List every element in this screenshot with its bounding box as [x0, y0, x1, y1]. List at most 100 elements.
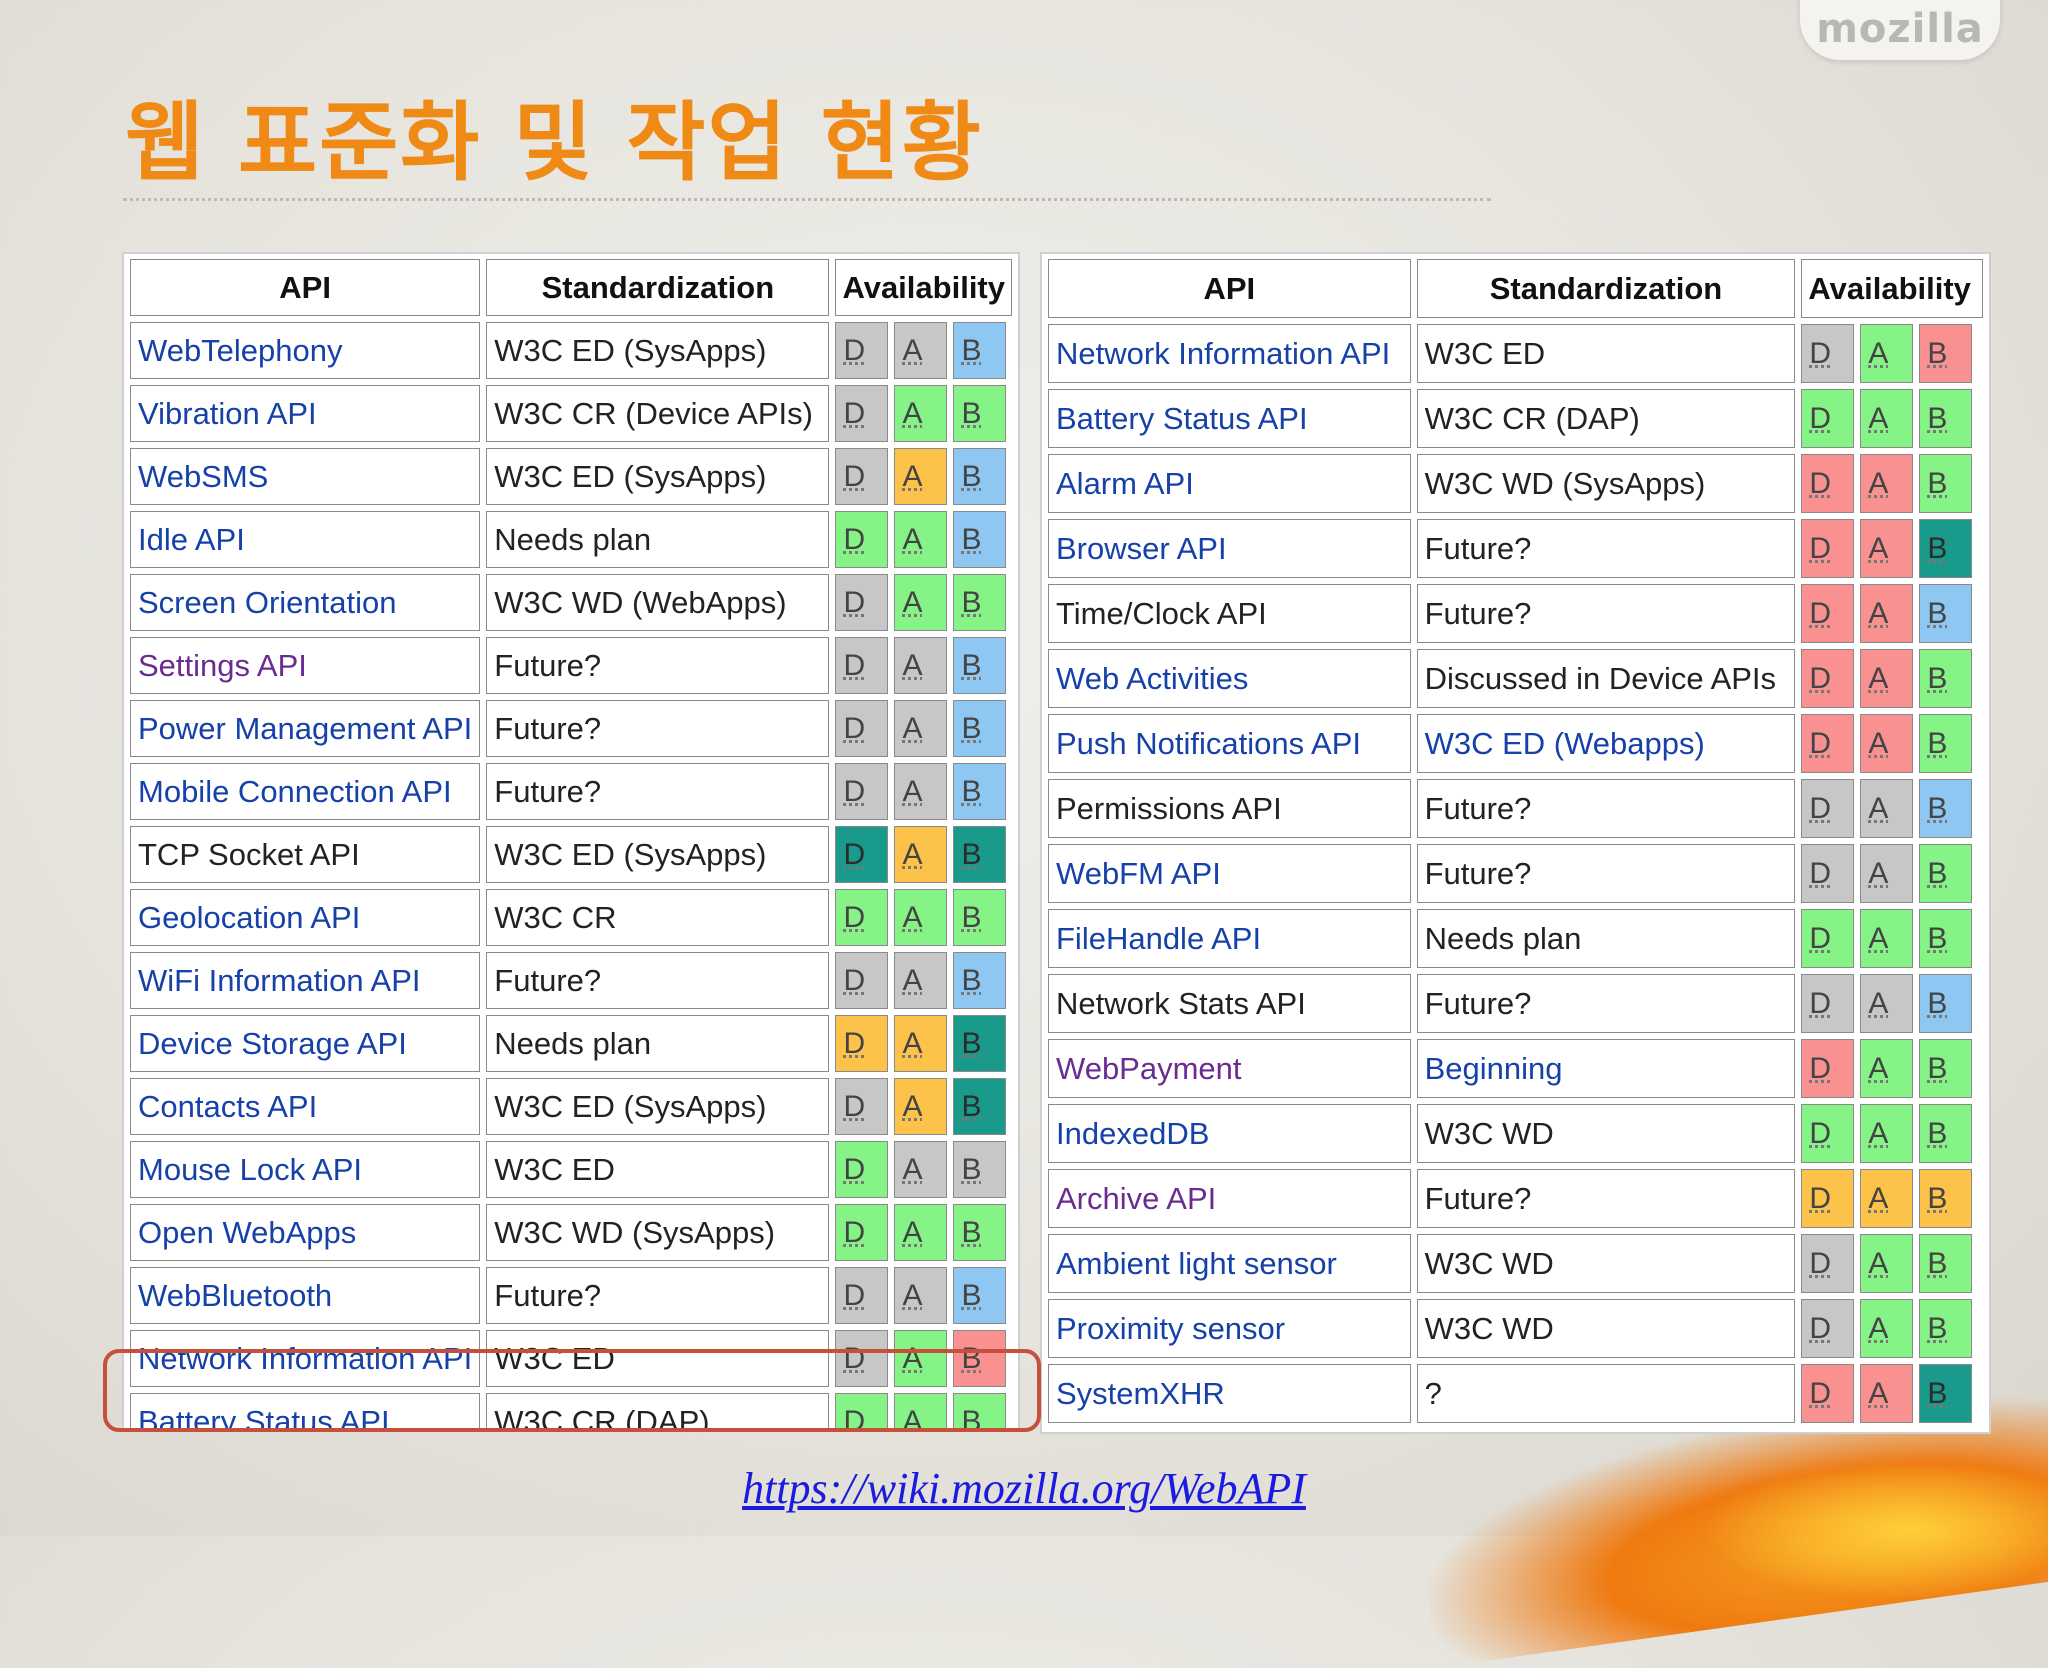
- availability-box-d[interactable]: D: [1801, 519, 1855, 578]
- availability-box-d[interactable]: D: [1801, 1104, 1855, 1163]
- availability-box-b[interactable]: B: [953, 1267, 1007, 1324]
- availability-box-a[interactable]: A: [1860, 974, 1914, 1033]
- api-name-link[interactable]: Network Information API: [1056, 336, 1390, 371]
- api-name-link[interactable]: Proximity sensor: [1056, 1311, 1285, 1346]
- availability-box-a[interactable]: A: [894, 574, 948, 631]
- api-name-link[interactable]: WiFi Information API: [138, 963, 421, 998]
- api-name-link[interactable]: SystemXHR: [1056, 1376, 1225, 1411]
- api-name-link[interactable]: Browser API: [1056, 531, 1227, 566]
- availability-box-a[interactable]: A: [1860, 324, 1914, 383]
- availability-box-a[interactable]: A: [894, 700, 948, 757]
- availability-box-a[interactable]: A: [894, 511, 948, 568]
- availability-box-b[interactable]: B: [953, 826, 1007, 883]
- availability-box-a[interactable]: A: [1860, 1364, 1914, 1423]
- availability-box-b[interactable]: B: [953, 574, 1007, 631]
- availability-box-a[interactable]: A: [894, 1204, 948, 1261]
- availability-box-b[interactable]: B: [953, 763, 1007, 820]
- availability-box-d[interactable]: D: [835, 448, 889, 505]
- availability-box-d[interactable]: D: [835, 574, 889, 631]
- api-name-link[interactable]: WebPayment: [1056, 1051, 1242, 1086]
- availability-box-d[interactable]: D: [835, 826, 889, 883]
- availability-box-a[interactable]: A: [1860, 1234, 1914, 1293]
- availability-box-a[interactable]: A: [1860, 584, 1914, 643]
- availability-box-b[interactable]: B: [1919, 1104, 1973, 1163]
- api-name-link[interactable]: WebTelephony: [138, 333, 343, 368]
- availability-box-a[interactable]: A: [894, 889, 948, 946]
- availability-box-b[interactable]: B: [1919, 714, 1973, 773]
- availability-box-d[interactable]: D: [1801, 1299, 1855, 1358]
- availability-box-d[interactable]: D: [835, 637, 889, 694]
- availability-box-d[interactable]: D: [835, 1078, 889, 1135]
- availability-box-d[interactable]: D: [1801, 974, 1855, 1033]
- api-name-link[interactable]: Ambient light sensor: [1056, 1246, 1337, 1281]
- availability-box-a[interactable]: A: [1860, 1169, 1914, 1228]
- availability-box-a[interactable]: A: [894, 952, 948, 1009]
- availability-box-d[interactable]: D: [1801, 779, 1855, 838]
- availability-box-d[interactable]: D: [835, 511, 889, 568]
- availability-box-b[interactable]: B: [953, 511, 1007, 568]
- availability-box-b[interactable]: B: [1919, 779, 1973, 838]
- availability-box-b[interactable]: B: [953, 448, 1007, 505]
- api-name-link[interactable]: WebSMS: [138, 459, 268, 494]
- availability-box-b[interactable]: B: [953, 1204, 1007, 1261]
- availability-box-a[interactable]: A: [894, 763, 948, 820]
- availability-box-d[interactable]: D: [1801, 389, 1855, 448]
- api-name-link[interactable]: Idle API: [138, 522, 245, 557]
- availability-box-d[interactable]: D: [1801, 1364, 1855, 1423]
- availability-box-b[interactable]: B: [953, 952, 1007, 1009]
- api-name-link[interactable]: IndexedDB: [1056, 1116, 1209, 1151]
- availability-box-b[interactable]: B: [1919, 844, 1973, 903]
- availability-box-a[interactable]: A: [894, 1015, 948, 1072]
- availability-box-b[interactable]: B: [1919, 974, 1973, 1033]
- availability-box-d[interactable]: D: [1801, 1039, 1855, 1098]
- availability-box-d[interactable]: D: [1801, 1169, 1855, 1228]
- availability-box-a[interactable]: A: [894, 322, 948, 379]
- api-name-link[interactable]: Push Notifications API: [1056, 726, 1361, 761]
- availability-box-a[interactable]: A: [1860, 649, 1914, 708]
- api-name-link[interactable]: Settings API: [138, 648, 307, 683]
- availability-box-d[interactable]: D: [1801, 584, 1855, 643]
- standardization-text[interactable]: Beginning: [1425, 1051, 1563, 1086]
- availability-box-b[interactable]: B: [953, 1015, 1007, 1072]
- api-name-link[interactable]: Vibration API: [138, 396, 317, 431]
- availability-box-a[interactable]: A: [894, 1078, 948, 1135]
- availability-box-a[interactable]: A: [1860, 389, 1914, 448]
- api-name-link[interactable]: Alarm API: [1056, 466, 1194, 501]
- api-name-link[interactable]: WebFM API: [1056, 856, 1221, 891]
- availability-box-d[interactable]: D: [835, 763, 889, 820]
- availability-box-b[interactable]: B: [1919, 454, 1973, 513]
- availability-box-b[interactable]: B: [1919, 584, 1973, 643]
- availability-box-d[interactable]: D: [1801, 844, 1855, 903]
- availability-box-b[interactable]: B: [953, 385, 1007, 442]
- availability-box-b[interactable]: B: [1919, 649, 1973, 708]
- standardization-text[interactable]: W3C ED (Webapps): [1425, 726, 1705, 761]
- availability-box-b[interactable]: B: [1919, 1299, 1973, 1358]
- availability-box-a[interactable]: A: [894, 637, 948, 694]
- availability-box-a[interactable]: A: [1860, 909, 1914, 968]
- api-name-link[interactable]: FileHandle API: [1056, 921, 1261, 956]
- availability-box-b[interactable]: B: [1919, 389, 1973, 448]
- api-name-link[interactable]: Geolocation API: [138, 900, 360, 935]
- availability-box-b[interactable]: B: [953, 637, 1007, 694]
- api-name-link[interactable]: Screen Orientation: [138, 585, 396, 620]
- availability-box-d[interactable]: D: [1801, 714, 1855, 773]
- availability-box-d[interactable]: D: [1801, 454, 1855, 513]
- api-name-link[interactable]: Contacts API: [138, 1089, 317, 1124]
- availability-box-d[interactable]: D: [1801, 1234, 1855, 1293]
- availability-box-d[interactable]: D: [835, 1267, 889, 1324]
- availability-box-d[interactable]: D: [1801, 909, 1855, 968]
- api-name-link[interactable]: Web Activities: [1056, 661, 1248, 696]
- availability-box-b[interactable]: B: [1919, 1169, 1973, 1228]
- availability-box-d[interactable]: D: [1801, 324, 1855, 383]
- availability-box-d[interactable]: D: [835, 1204, 889, 1261]
- api-name-link[interactable]: Battery Status API: [1056, 401, 1308, 436]
- availability-box-d[interactable]: D: [835, 952, 889, 1009]
- availability-box-a[interactable]: A: [1860, 844, 1914, 903]
- availability-box-a[interactable]: A: [894, 1141, 948, 1198]
- availability-box-b[interactable]: B: [953, 889, 1007, 946]
- availability-box-a[interactable]: A: [894, 1267, 948, 1324]
- availability-box-d[interactable]: D: [835, 1015, 889, 1072]
- availability-box-b[interactable]: B: [953, 322, 1007, 379]
- availability-box-a[interactable]: A: [1860, 1039, 1914, 1098]
- availability-box-b[interactable]: B: [1919, 1364, 1973, 1423]
